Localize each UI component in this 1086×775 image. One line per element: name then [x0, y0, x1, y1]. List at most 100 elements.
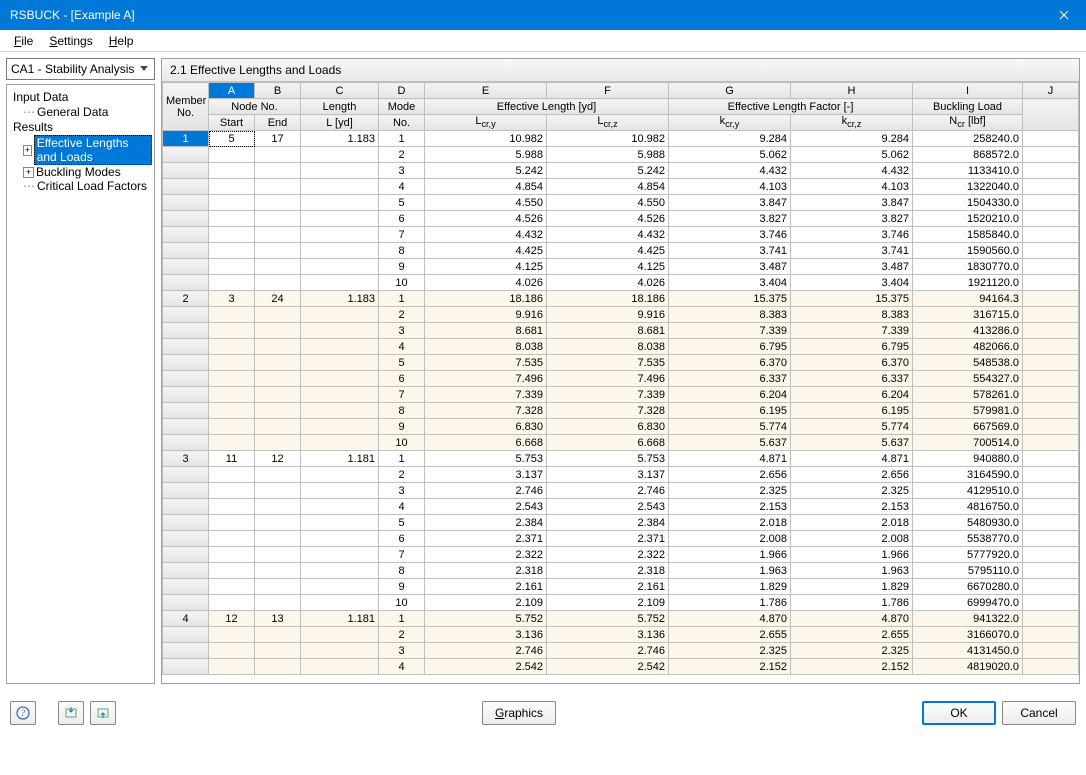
cell[interactable] [255, 259, 301, 275]
cell[interactable]: 4.871 [791, 451, 913, 467]
cell[interactable]: 9.916 [425, 307, 547, 323]
cell[interactable]: 2.325 [669, 643, 791, 659]
cell[interactable]: 1921120.0 [913, 275, 1023, 291]
cell[interactable]: 7 [379, 387, 425, 403]
cell[interactable] [1023, 147, 1079, 163]
cell[interactable]: 2 [379, 627, 425, 643]
cell[interactable]: 2.384 [425, 515, 547, 531]
cell[interactable] [163, 659, 209, 675]
cell[interactable]: 2.543 [425, 499, 547, 515]
cell[interactable]: 1 [379, 611, 425, 627]
tree-results[interactable]: Results [9, 119, 152, 135]
cell[interactable]: 554327.0 [913, 371, 1023, 387]
cell[interactable] [1023, 163, 1079, 179]
cell[interactable]: 3.487 [669, 259, 791, 275]
tree-buckling-modes[interactable]: + Buckling Modes [9, 165, 152, 179]
cell[interactable]: 4.125 [547, 259, 669, 275]
cell[interactable] [255, 627, 301, 643]
cell[interactable] [301, 435, 379, 451]
cell[interactable]: 2.318 [425, 563, 547, 579]
cell[interactable]: 2.153 [669, 499, 791, 515]
cell[interactable]: 3.136 [425, 627, 547, 643]
cell[interactable]: 2.325 [791, 483, 913, 499]
cell[interactable]: 6 [379, 531, 425, 547]
cell[interactable] [163, 243, 209, 259]
cell[interactable]: 3 [163, 451, 209, 467]
cell[interactable] [301, 403, 379, 419]
cell[interactable]: 8.681 [547, 323, 669, 339]
cell[interactable] [255, 275, 301, 291]
cell[interactable] [209, 355, 255, 371]
cell[interactable] [163, 643, 209, 659]
table-row[interactable]: 35.2425.2424.4324.4321133410.0 [163, 163, 1079, 179]
cell[interactable] [163, 563, 209, 579]
table-row[interactable]: 96.8306.8305.7745.774667569.0 [163, 419, 1079, 435]
table-row[interactable]: 67.4967.4966.3376.337554327.0 [163, 371, 1079, 387]
cell[interactable]: 24 [255, 291, 301, 307]
cell[interactable]: 3164590.0 [913, 467, 1023, 483]
cell[interactable]: 7.339 [669, 323, 791, 339]
cell[interactable]: 3 [379, 323, 425, 339]
cell[interactable] [209, 659, 255, 675]
table-row[interactable]: 87.3287.3286.1956.195579981.0 [163, 403, 1079, 419]
cell[interactable] [1023, 499, 1079, 515]
table-row[interactable]: 52.3842.3842.0182.0185480930.0 [163, 515, 1079, 531]
cell[interactable] [1023, 371, 1079, 387]
cell[interactable] [163, 483, 209, 499]
cell[interactable]: 2.656 [791, 467, 913, 483]
cell[interactable] [209, 339, 255, 355]
cell[interactable] [209, 547, 255, 563]
cell[interactable]: 2.161 [547, 579, 669, 595]
cell[interactable] [1023, 659, 1079, 675]
help-button[interactable]: ? [10, 701, 36, 725]
cell[interactable]: 4.103 [791, 179, 913, 195]
cell[interactable] [163, 387, 209, 403]
cell[interactable]: 5.242 [547, 163, 669, 179]
header-j[interactable] [1023, 99, 1079, 131]
cell[interactable]: 3.847 [669, 195, 791, 211]
cell[interactable] [301, 355, 379, 371]
cell[interactable]: 1 [163, 131, 209, 147]
cell[interactable]: 7.339 [547, 387, 669, 403]
table-row[interactable]: 42.5422.5422.1522.1524819020.0 [163, 659, 1079, 675]
cell[interactable]: 4 [163, 611, 209, 627]
cell[interactable] [255, 403, 301, 419]
cell[interactable]: 2.655 [669, 627, 791, 643]
cell[interactable] [163, 627, 209, 643]
cell[interactable] [255, 227, 301, 243]
header-eff-fac[interactable]: Effective Length Factor [-] [669, 99, 913, 115]
cell[interactable] [163, 227, 209, 243]
cell[interactable] [301, 307, 379, 323]
cell[interactable]: 1.181 [301, 451, 379, 467]
cell[interactable]: 8.383 [791, 307, 913, 323]
cell[interactable]: 4.526 [425, 211, 547, 227]
cell[interactable] [1023, 227, 1079, 243]
cell[interactable]: 7.535 [547, 355, 669, 371]
cell[interactable]: 7.328 [425, 403, 547, 419]
cell[interactable]: 9 [379, 579, 425, 595]
table-row[interactable]: 106.6686.6685.6375.637700514.0 [163, 435, 1079, 451]
cell[interactable]: 2.018 [791, 515, 913, 531]
col-letter-b[interactable]: B [255, 83, 301, 99]
close-button[interactable] [1041, 0, 1086, 30]
cell[interactable]: 5.242 [425, 163, 547, 179]
cell[interactable]: 2.018 [669, 515, 791, 531]
cell[interactable] [255, 531, 301, 547]
export-button[interactable] [58, 701, 84, 725]
table-row[interactable]: 74.4324.4323.7463.7461585840.0 [163, 227, 1079, 243]
cell[interactable]: 8.038 [547, 339, 669, 355]
cell[interactable] [1023, 515, 1079, 531]
table-row[interactable]: 25.9885.9885.0625.062868572.0 [163, 147, 1079, 163]
cell[interactable]: 1 [379, 451, 425, 467]
cell[interactable]: 2.656 [669, 467, 791, 483]
cell[interactable] [1023, 643, 1079, 659]
cell[interactable] [301, 371, 379, 387]
cell[interactable]: 4 [379, 659, 425, 675]
cell[interactable]: 5.753 [425, 451, 547, 467]
cell[interactable] [1023, 195, 1079, 211]
cell[interactable]: 2 [163, 291, 209, 307]
cell[interactable]: 11 [209, 451, 255, 467]
cell[interactable]: 5 [209, 131, 255, 147]
cell[interactable]: 2.384 [547, 515, 669, 531]
cell[interactable]: 6.195 [791, 403, 913, 419]
